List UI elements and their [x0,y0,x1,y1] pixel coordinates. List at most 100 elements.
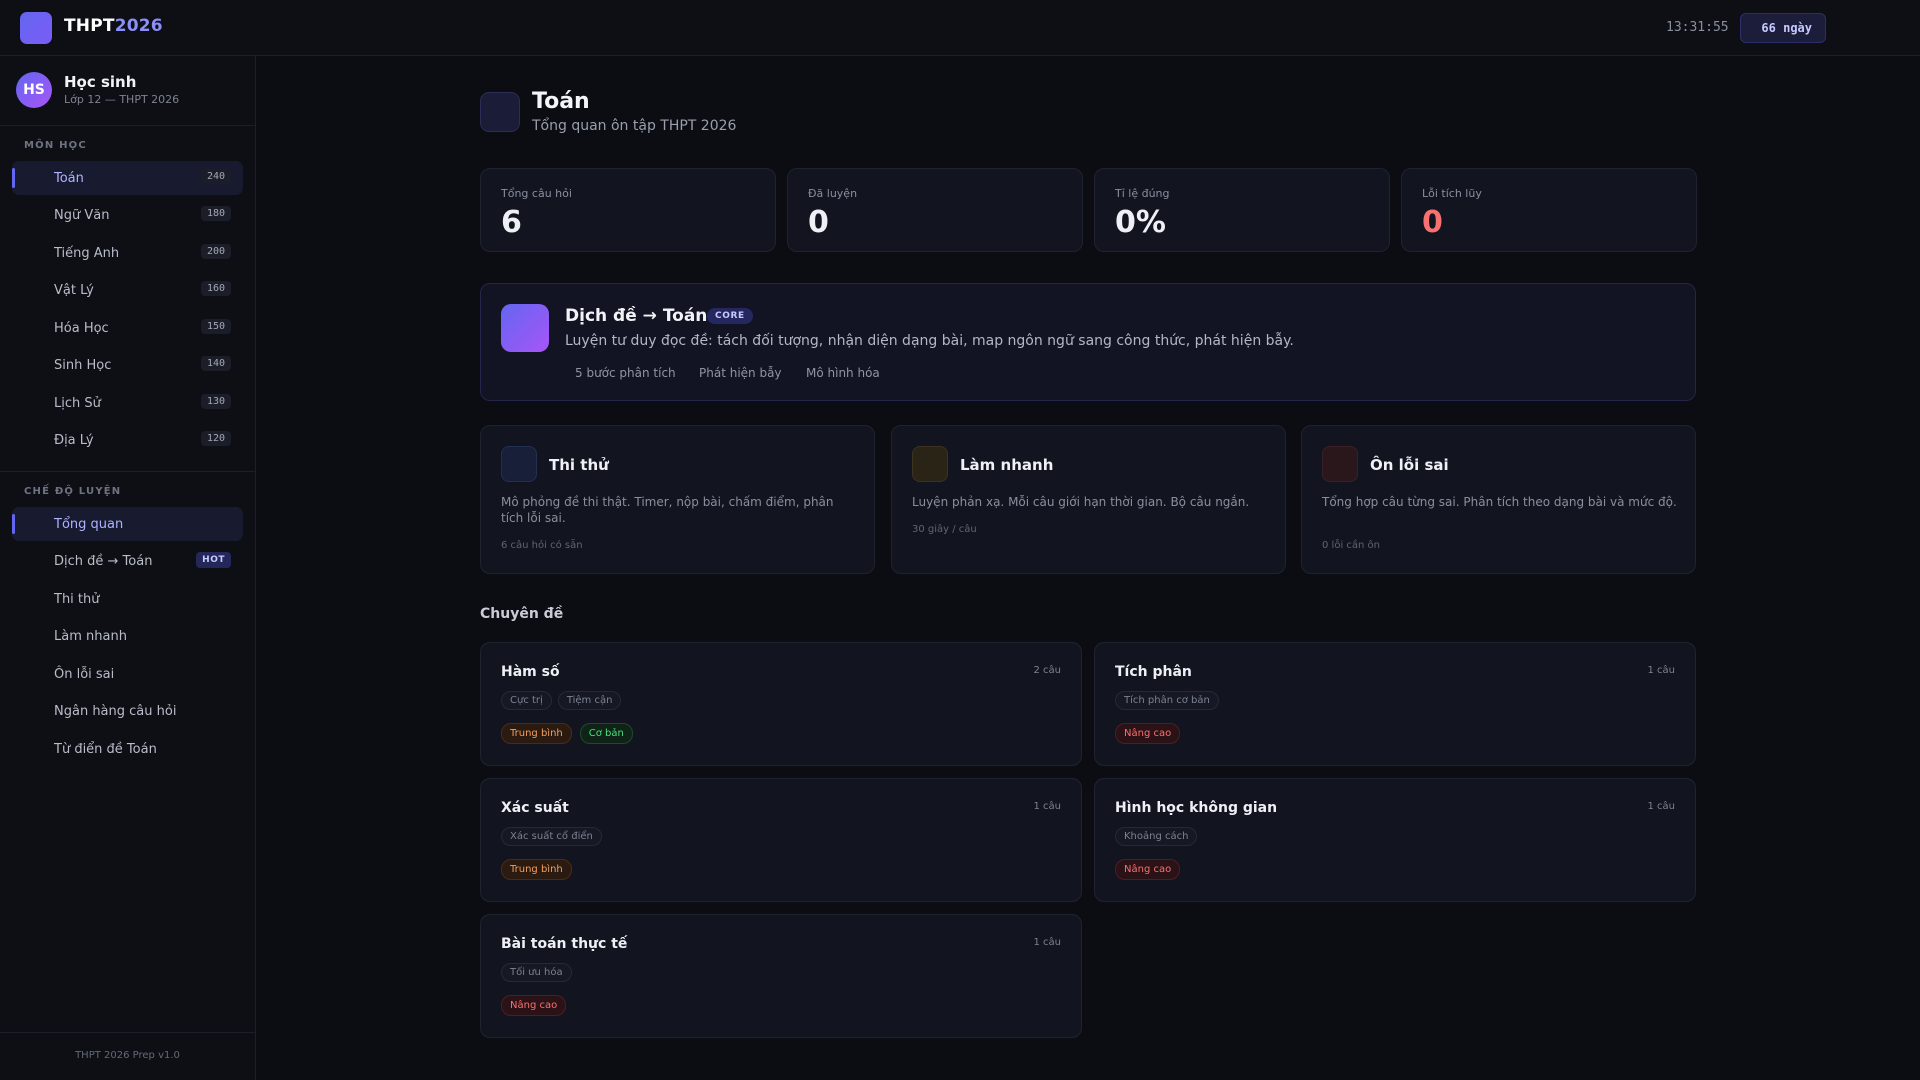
feature-chip: 5 bước phân tích [575,366,676,380]
topic-levels: Trung bình [501,859,572,880]
topic-tag: Xác suất cổ điển [501,827,602,846]
logo-icon[interactable] [20,12,52,44]
topic-title: Hình học không gian [1115,800,1278,816]
stat-card-practiced: Đã luyện 0 [787,168,1083,252]
topic-tags: Tích phân cơ bản [1115,691,1219,710]
topic-tag: Cực trị [501,691,552,710]
feature-description: Luyện tư duy đọc đề: tách đối tượng, nhậ… [565,333,1294,349]
stat-label: Lỗi tích lũy [1422,187,1482,200]
mode-meta: 30 giây / câu [912,524,977,535]
sidebar-item-tu-dien[interactable]: Từ điển đề Toán [12,732,243,766]
topic-count: 2 câu [1033,665,1061,676]
stat-value: 0 [808,205,829,240]
mode-description: Mô phỏng đề thi thật. Timer, nộp bài, ch… [501,495,834,525]
question-count-badge: 120 [200,431,231,446]
sidebar-item-dich-de[interactable]: Dịch đề → Toán HOT [12,544,243,578]
mode-title: Thi thử [549,456,609,474]
topic-levels: Nâng cao [501,995,567,1016]
feature-card-dich-de[interactable]: Dịch đề → Toán CORE Luyện tư duy đọc đề:… [480,283,1696,401]
mode-meta: 0 lỗi cần ôn [1322,540,1380,551]
topic-count: 1 câu [1647,665,1675,676]
mode-description: Luyện phản xạ. Mỗi câu giới hạn thời gia… [912,495,1250,509]
mode-card-thi-thu[interactable]: Thi thử Mô phỏng đề thi thật. Timer, nộp… [480,425,875,574]
avatar[interactable]: HS [16,72,52,108]
topic-tag: Tích phân cơ bản [1115,691,1219,710]
core-badge: CORE [707,308,753,324]
mode-card-lam-nhanh[interactable]: Làm nhanh Luyện phản xạ. Mỗi câu giới hạ… [891,425,1286,574]
feature-chip: Phát hiện bẫy [699,366,782,380]
sidebar-item-label: Sinh Học [54,357,112,373]
sidebar-item-vat-ly[interactable]: Vật Lý 160 [12,273,243,307]
sidebar-footer-divider [0,1032,255,1033]
stat-card-accuracy: Tỉ lệ đúng 0% [1094,168,1390,252]
subject-icon [480,92,520,132]
sidebar-item-ngu-van[interactable]: Ngữ Văn 180 [12,198,243,232]
sidebar-item-label: Tổng quan [54,516,124,532]
sidebar-item-label: Thi thử [54,591,100,607]
sidebar-item-tong-quan[interactable]: Tổng quan [12,507,243,541]
sidebar-item-label: Địa Lý [54,432,94,448]
sidebar-item-toan[interactable]: Toán 240 [12,161,243,195]
user-profile: HS Học sinh Lớp 12 — THPT 2026 [0,56,255,126]
topic-count: 1 câu [1033,801,1061,812]
sidebar-item-label: Toán [54,170,84,186]
sidebar-item-tieng-anh[interactable]: Tiếng Anh 200 [12,236,243,270]
sidebar-item-ngan-hang[interactable]: Ngân hàng câu hỏi [12,694,243,728]
feature-title: Dịch đề → Toán [565,306,708,326]
brand-part-2: 2026 [114,16,163,36]
topic-levels: Trung bình Cơ bản [501,723,633,744]
clock: 13:31:55 [1666,20,1729,35]
question-count-badge: 160 [200,281,231,296]
topic-title: Tích phân [1115,664,1192,680]
sidebar-item-label: Dịch đề → Toán [54,553,153,569]
topic-title: Bài toán thực tế [501,936,628,952]
mode-title: Ôn lỗi sai [1370,456,1449,474]
sidebar-item-label: Làm nhanh [54,628,127,644]
sidebar-item-lich-su[interactable]: Lịch Sử 130 [12,386,243,420]
level-badge: Nâng cao [1115,859,1181,880]
sidebar-item-thi-thu[interactable]: Thi thử [12,582,243,616]
page-subtitle: Tổng quan ôn tập THPT 2026 [532,118,737,134]
error-review-icon [1322,446,1358,482]
stat-label: Đã luyện [808,187,858,200]
stat-value: 0 [1422,205,1443,240]
topic-card-tich-phan[interactable]: Tích phân 1 câu Tích phân cơ bản Nâng ca… [1094,642,1696,766]
sidebar-item-sinh-hoc[interactable]: Sinh Học 140 [12,348,243,382]
app-version: THPT 2026 Prep v1.0 [75,1050,180,1061]
topic-card-hinh-hoc[interactable]: Hình học không gian 1 câu Khoảng cách Nâ… [1094,778,1696,902]
topic-card-bai-toan-thuc-te[interactable]: Bài toán thực tế 1 câu Tối ưu hóa Nâng c… [480,914,1082,1038]
sidebar-item-label: Lịch Sử [54,395,101,411]
user-name: Học sinh [64,73,137,91]
sidebar-item-label: Ngân hàng câu hỏi [54,703,177,719]
mode-card-on-loi-sai[interactable]: Ôn lỗi sai Tổng hợp câu từng sai. Phân t… [1301,425,1696,574]
question-count-badge: 130 [200,394,231,409]
exam-icon [501,446,537,482]
countdown-text: 66 ngày [1761,21,1812,35]
brand-title[interactable]: THPT2026 [64,16,163,36]
question-count-badge: 180 [200,206,231,221]
lightning-icon [912,446,948,482]
mode-meta: 6 câu hỏi có sẵn [501,540,583,551]
stat-value: 0% [1115,205,1166,240]
sidebar-item-label: Ôn lỗi sai [54,666,115,682]
topic-tags: Khoảng cách [1115,827,1198,846]
topic-tag: Tiệm cận [557,691,622,710]
topic-tags: Tối ưu hóa [501,963,572,982]
sidebar-divider [0,471,255,472]
sidebar-item-lam-nhanh[interactable]: Làm nhanh [12,619,243,653]
page-title: Toán [532,89,590,114]
top-bar: THPT2026 13:31:55 66 ngày [0,0,1920,56]
topic-card-xac-suat[interactable]: Xác suất 1 câu Xác suất cổ điển Trung bì… [480,778,1082,902]
subjects-section-label: MÔN HỌC [24,140,87,151]
topic-count: 1 câu [1033,937,1061,948]
level-badge: Trung bình [501,723,572,744]
exam-countdown-badge: 66 ngày [1740,13,1826,43]
sidebar-item-on-loi-sai[interactable]: Ôn lỗi sai [12,657,243,691]
topic-card-ham-so[interactable]: Hàm số 2 câu Cực trị Tiệm cận Trung bình… [480,642,1082,766]
sidebar-item-dia-ly[interactable]: Địa Lý 120 [12,423,243,457]
translate-icon [501,304,549,352]
topic-tag: Khoảng cách [1115,827,1198,846]
sidebar-item-hoa-hoc[interactable]: Hóa Học 150 [12,311,243,345]
hot-badge: HOT [196,552,231,568]
sidebar-item-label: Vật Lý [54,282,94,298]
